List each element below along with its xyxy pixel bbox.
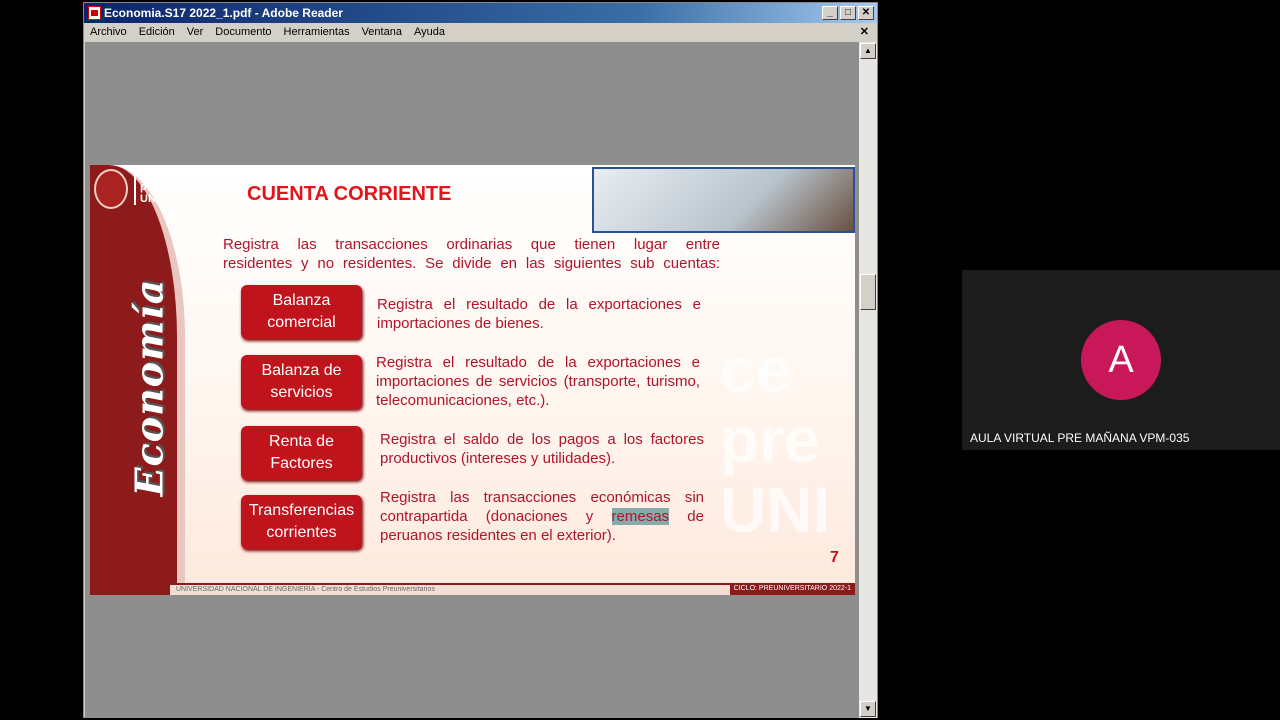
slide-page: ce pre UNI Economía ce pre UNI CUENTA CO… (90, 165, 855, 595)
close-document-button[interactable]: ✕ (860, 23, 869, 42)
row-description: Registra las transacciones económicas si… (380, 488, 704, 545)
menu-herramientas[interactable]: Herramientas (284, 23, 356, 42)
intro-text: Registra las transacciones ordinarias qu… (223, 235, 720, 273)
footer-left: UNIVERSIDAD NACIONAL DE INGENIERÍA - Cen… (176, 586, 435, 593)
row-description: Registra el resultado de la exportacione… (377, 296, 701, 332)
scroll-up-icon[interactable]: ▲ (860, 43, 876, 59)
window-title: Economia.S17 2022_1.pdf - Adobe Reader (104, 6, 343, 20)
minimize-button[interactable]: _ (822, 6, 838, 20)
adobe-reader-window: Economia.S17 2022_1.pdf - Adobe Reader _… (83, 2, 878, 718)
participant-tile: A AULA VIRTUAL PRE MAÑANA VPM-035 (962, 270, 1280, 450)
footer-right: CICLO: PREUNIVERSITARIO 2022-1 (729, 583, 855, 595)
menu-ayuda[interactable]: Ayuda (414, 23, 451, 42)
participant-name: AULA VIRTUAL PRE MAÑANA VPM-035 (970, 431, 1190, 445)
scroll-down-icon[interactable]: ▼ (860, 701, 876, 717)
check-signing-photo (592, 167, 855, 233)
title-bar: Economia.S17 2022_1.pdf - Adobe Reader _… (84, 3, 877, 23)
cepre-logo: ce pre UNI (134, 169, 164, 205)
intro-line: Registra las transacciones ordinarias qu… (223, 236, 720, 253)
selected-text[interactable]: remesas (611, 508, 670, 525)
page-number: 7 (830, 549, 839, 566)
row-description: Registra el resultado de la exportacione… (376, 354, 700, 409)
menu-ventana[interactable]: Ventana (362, 23, 408, 42)
transferencias-corrientes-box: Transferencias corrientes (241, 495, 362, 549)
watermark: ce pre UNI (720, 334, 831, 546)
renta-factores-box: Renta de Factores (241, 426, 362, 480)
document-view[interactable]: ce pre UNI Economía ce pre UNI CUENTA CO… (85, 42, 859, 718)
pdf-icon (88, 6, 101, 20)
slide-title: CUENTA CORRIENTE (247, 183, 452, 205)
balanza-comercial-box: Balanza comercial (241, 285, 362, 339)
participant-avatar: A (1081, 320, 1161, 400)
menu-bar: Archivo Edición Ver Documento Herramient… (84, 23, 877, 42)
vertical-scrollbar[interactable]: ▲ ▼ (859, 42, 877, 718)
intro-line: residentes y no residentes. Se divide en… (223, 255, 720, 272)
university-seal-logo (94, 169, 128, 209)
menu-documento[interactable]: Documento (215, 23, 277, 42)
row-description: Registra el saldo de los pagos a los fac… (380, 431, 704, 467)
close-button[interactable]: ✕ (858, 6, 874, 20)
menu-edicion[interactable]: Edición (139, 23, 181, 42)
scroll-thumb[interactable] (860, 274, 876, 310)
menu-ver[interactable]: Ver (187, 23, 210, 42)
menu-archivo[interactable]: Archivo (90, 23, 133, 42)
maximize-button[interactable]: □ (840, 6, 856, 20)
balanza-servicios-box: Balanza de servicios (241, 355, 362, 409)
side-title: Economía (126, 278, 172, 497)
slide-footer: UNIVERSIDAD NACIONAL DE INGENIERÍA - Cen… (170, 583, 855, 595)
